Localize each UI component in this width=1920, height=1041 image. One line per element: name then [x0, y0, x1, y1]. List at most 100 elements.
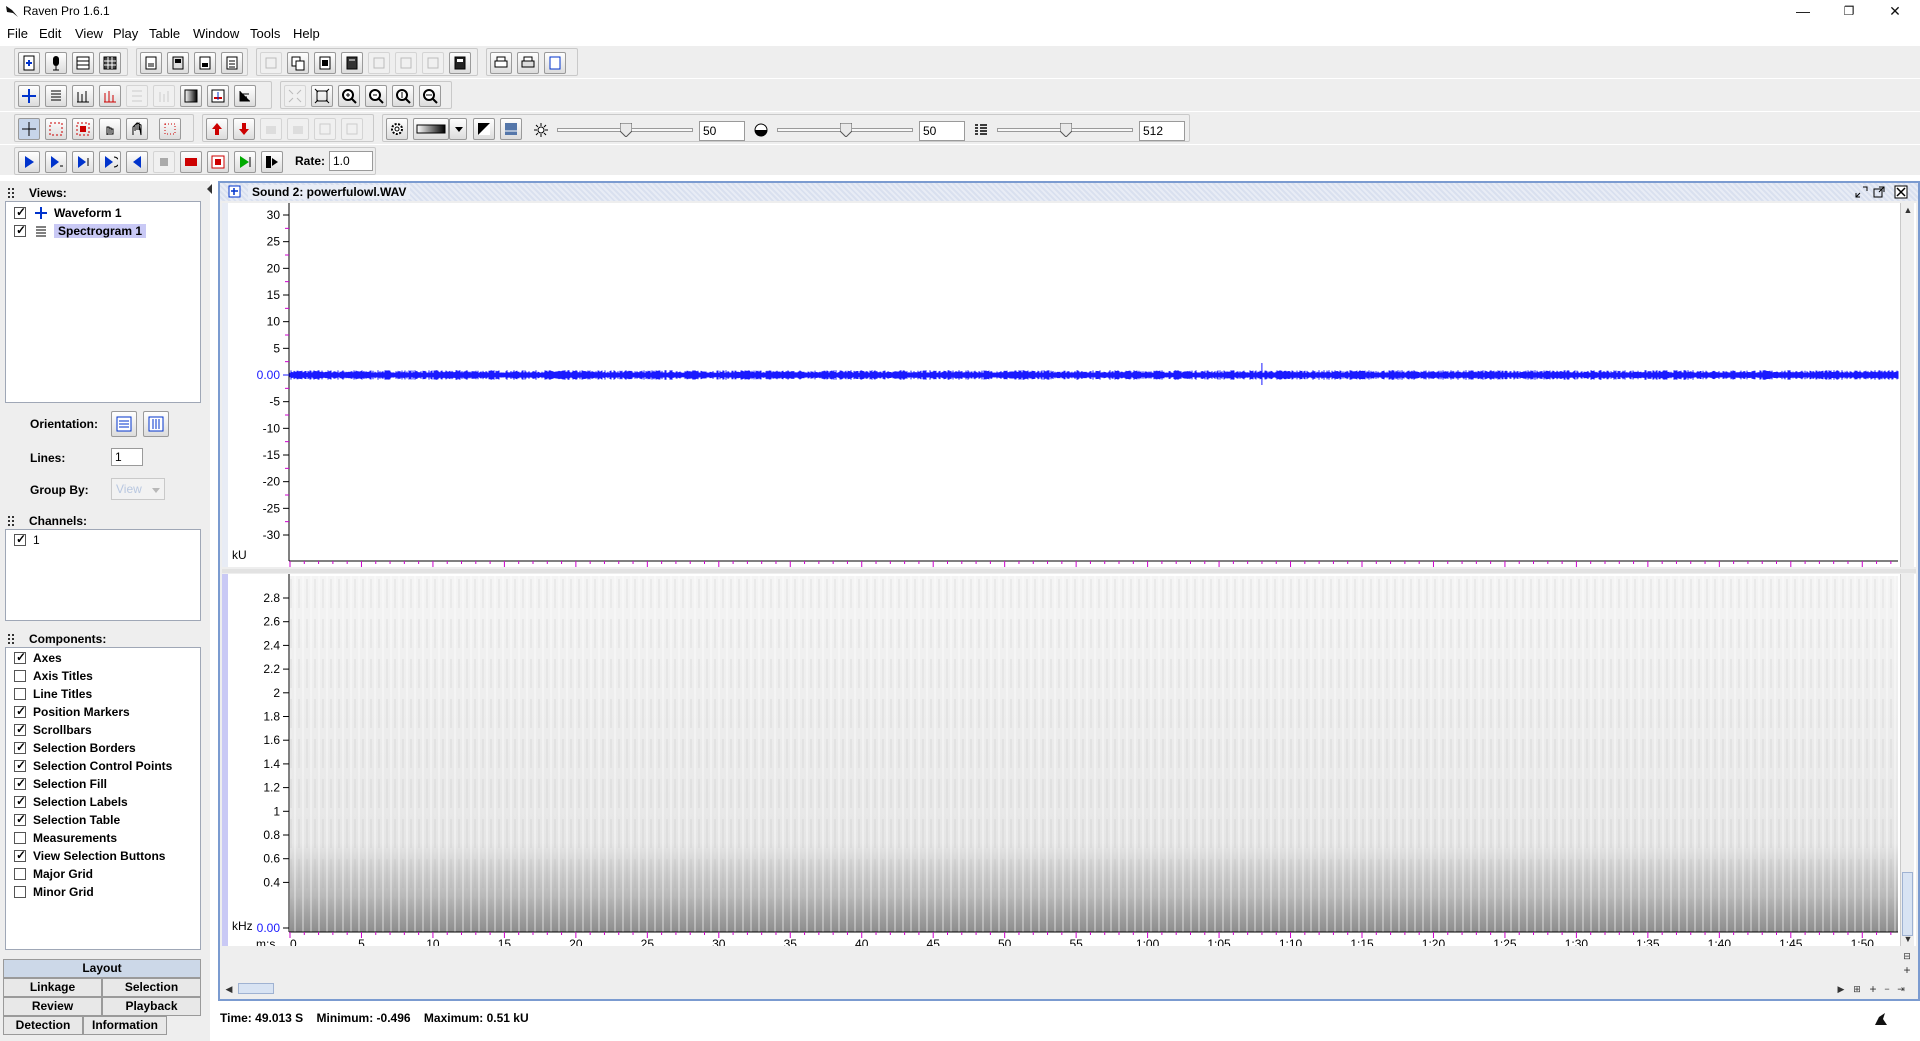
- selection-down-button[interactable]: [233, 118, 255, 140]
- tab-detection[interactable]: Detection: [3, 1016, 83, 1035]
- zoom-out-vertical-button[interactable]: [419, 85, 441, 107]
- view-divider[interactable]: [222, 569, 1916, 573]
- maximize-button[interactable]: ❐: [1826, 0, 1872, 23]
- scroll-down-icon[interactable]: ▼: [1901, 932, 1915, 946]
- menu-file[interactable]: File: [7, 26, 28, 41]
- scroll-play-button[interactable]: [261, 151, 283, 173]
- tab-information[interactable]: Information: [83, 1016, 167, 1035]
- play-reverse-button[interactable]: [126, 151, 148, 173]
- settings-button[interactable]: [386, 118, 408, 140]
- record-selection-button[interactable]: [207, 151, 229, 173]
- waveform-visible-checkbox[interactable]: [14, 205, 26, 219]
- menu-table[interactable]: Table: [149, 26, 180, 41]
- pan-tool-button[interactable]: [126, 118, 148, 140]
- zoom-in-button[interactable]: [338, 85, 360, 107]
- new-waveform-button[interactable]: [18, 85, 40, 107]
- histogram-button[interactable]: [207, 85, 229, 107]
- fit-width-icon[interactable]: ⊞: [1850, 982, 1864, 996]
- waveform-view[interactable]: 30 25 20 15 10 5 0.00 -5 -10 -15 -20 -25 -30 0 5 10 15 2…: [222, 203, 1916, 580]
- contrast-value-field[interactable]: 50: [919, 121, 965, 141]
- table-action-2-button[interactable]: [287, 52, 309, 74]
- major-grid-checkbox[interactable]: [14, 868, 26, 880]
- crosshair-tool-button[interactable]: [18, 118, 40, 140]
- close-window-icon[interactable]: [1894, 185, 1908, 199]
- print-button[interactable]: [490, 52, 512, 74]
- colormap-dropdown-button[interactable]: [449, 118, 467, 140]
- waveform-view-selector[interactable]: [222, 203, 228, 567]
- menu-tools[interactable]: Tools: [250, 26, 280, 41]
- zoom-in-x-icon[interactable]: +: [1866, 982, 1880, 996]
- selection-disabled-3-button[interactable]: [314, 118, 336, 140]
- zoom-full-x-icon[interactable]: ⇥: [1894, 982, 1908, 996]
- selection-borders-checkbox[interactable]: [14, 740, 26, 754]
- rate-field[interactable]: 1.0: [329, 151, 373, 171]
- contrast-slider[interactable]: [777, 123, 913, 137]
- range-select-button[interactable]: [72, 118, 94, 140]
- new-sound-button[interactable]: [18, 52, 40, 74]
- lines-field[interactable]: 1: [111, 448, 143, 466]
- channel-1-checkbox[interactable]: [14, 532, 26, 546]
- spectrogram-scroll-thumb[interactable]: [1902, 872, 1913, 936]
- view-selection-buttons-checkbox[interactable]: [14, 848, 26, 862]
- zoom-fit-disabled-button[interactable]: [284, 85, 306, 107]
- selection-up-button[interactable]: [206, 118, 228, 140]
- menu-play[interactable]: Play: [113, 26, 138, 41]
- export-button[interactable]: [221, 52, 243, 74]
- menu-help[interactable]: Help: [293, 26, 320, 41]
- selection-disabled-4-button[interactable]: [341, 118, 363, 140]
- color-scheme-button[interactable]: [180, 85, 202, 107]
- waveform-plot[interactable]: 30 25 20 15 10 5 0.00 -5 -10 -15 -20 -25 -30 0 5 10 15 2…: [222, 203, 1916, 580]
- play-forward-button[interactable]: [234, 151, 256, 173]
- spectrogram-plot[interactable]: 2.82.62.42.221.81.61.41.210.80.60.40.00 …: [222, 574, 1916, 951]
- table-action-3-button[interactable]: [314, 52, 336, 74]
- new-view-disabled-2-button[interactable]: [153, 85, 175, 107]
- axes-checkbox[interactable]: [14, 650, 26, 664]
- spectrogram-visible-checkbox[interactable]: [14, 223, 26, 237]
- brightness-value-field[interactable]: 50: [699, 121, 745, 141]
- tab-selection[interactable]: Selection: [102, 978, 201, 997]
- print-preview-button[interactable]: [517, 52, 539, 74]
- open-table-button[interactable]: [72, 52, 94, 74]
- new-slice-button[interactable]: [72, 85, 94, 107]
- maximize-window-icon[interactable]: [1872, 185, 1886, 199]
- tab-review[interactable]: Review: [3, 997, 102, 1016]
- minimize-button[interactable]: —: [1780, 0, 1826, 23]
- menu-edit[interactable]: Edit: [39, 26, 61, 41]
- axis-titles-checkbox[interactable]: [14, 670, 26, 682]
- selection-box-button[interactable]: [159, 118, 181, 140]
- tab-layout[interactable]: Layout: [3, 959, 201, 978]
- table-action-1-button[interactable]: [260, 52, 282, 74]
- fit-height-icon[interactable]: ⊟: [1900, 949, 1914, 963]
- save-selection-button[interactable]: [194, 52, 216, 74]
- tab-linkage[interactable]: Linkage: [3, 978, 102, 997]
- new-spectrogram-button[interactable]: [45, 85, 67, 107]
- open-grid-button[interactable]: [99, 52, 121, 74]
- selection-labels-checkbox[interactable]: [14, 794, 26, 808]
- play-loop-button[interactable]: [99, 151, 121, 173]
- window-size-slider[interactable]: [997, 123, 1133, 137]
- band-select-button[interactable]: [45, 118, 67, 140]
- play-selection-button[interactable]: [45, 151, 67, 173]
- group-by-select[interactable]: View: [111, 478, 165, 500]
- record-button[interactable]: [45, 52, 67, 74]
- spectrogram-vertical-scrollbar[interactable]: ▼: [1900, 574, 1914, 946]
- line-titles-checkbox[interactable]: [14, 688, 26, 700]
- scroll-right-icon[interactable]: ▶: [1834, 982, 1848, 996]
- save-button[interactable]: [140, 52, 162, 74]
- zoom-out-x-icon[interactable]: −: [1880, 982, 1894, 996]
- zoom-in-y-icon[interactable]: +: [1900, 963, 1914, 977]
- table-action-5-button[interactable]: [368, 52, 390, 74]
- selection-table-checkbox[interactable]: [14, 812, 26, 826]
- channel-item[interactable]: 1: [14, 532, 194, 548]
- save-as-button[interactable]: [167, 52, 189, 74]
- menu-window[interactable]: Window: [193, 26, 239, 41]
- stop-button[interactable]: [153, 151, 175, 173]
- position-markers-checkbox[interactable]: [14, 704, 26, 718]
- table-action-6-button[interactable]: [395, 52, 417, 74]
- line-view-button[interactable]: [234, 85, 256, 107]
- colormap-select[interactable]: [413, 118, 449, 140]
- table-action-8-button[interactable]: [449, 52, 471, 74]
- invert-colors-button[interactable]: [473, 118, 495, 140]
- zoom-in-vertical-button[interactable]: [392, 85, 414, 107]
- zoom-out-button[interactable]: [365, 85, 387, 107]
